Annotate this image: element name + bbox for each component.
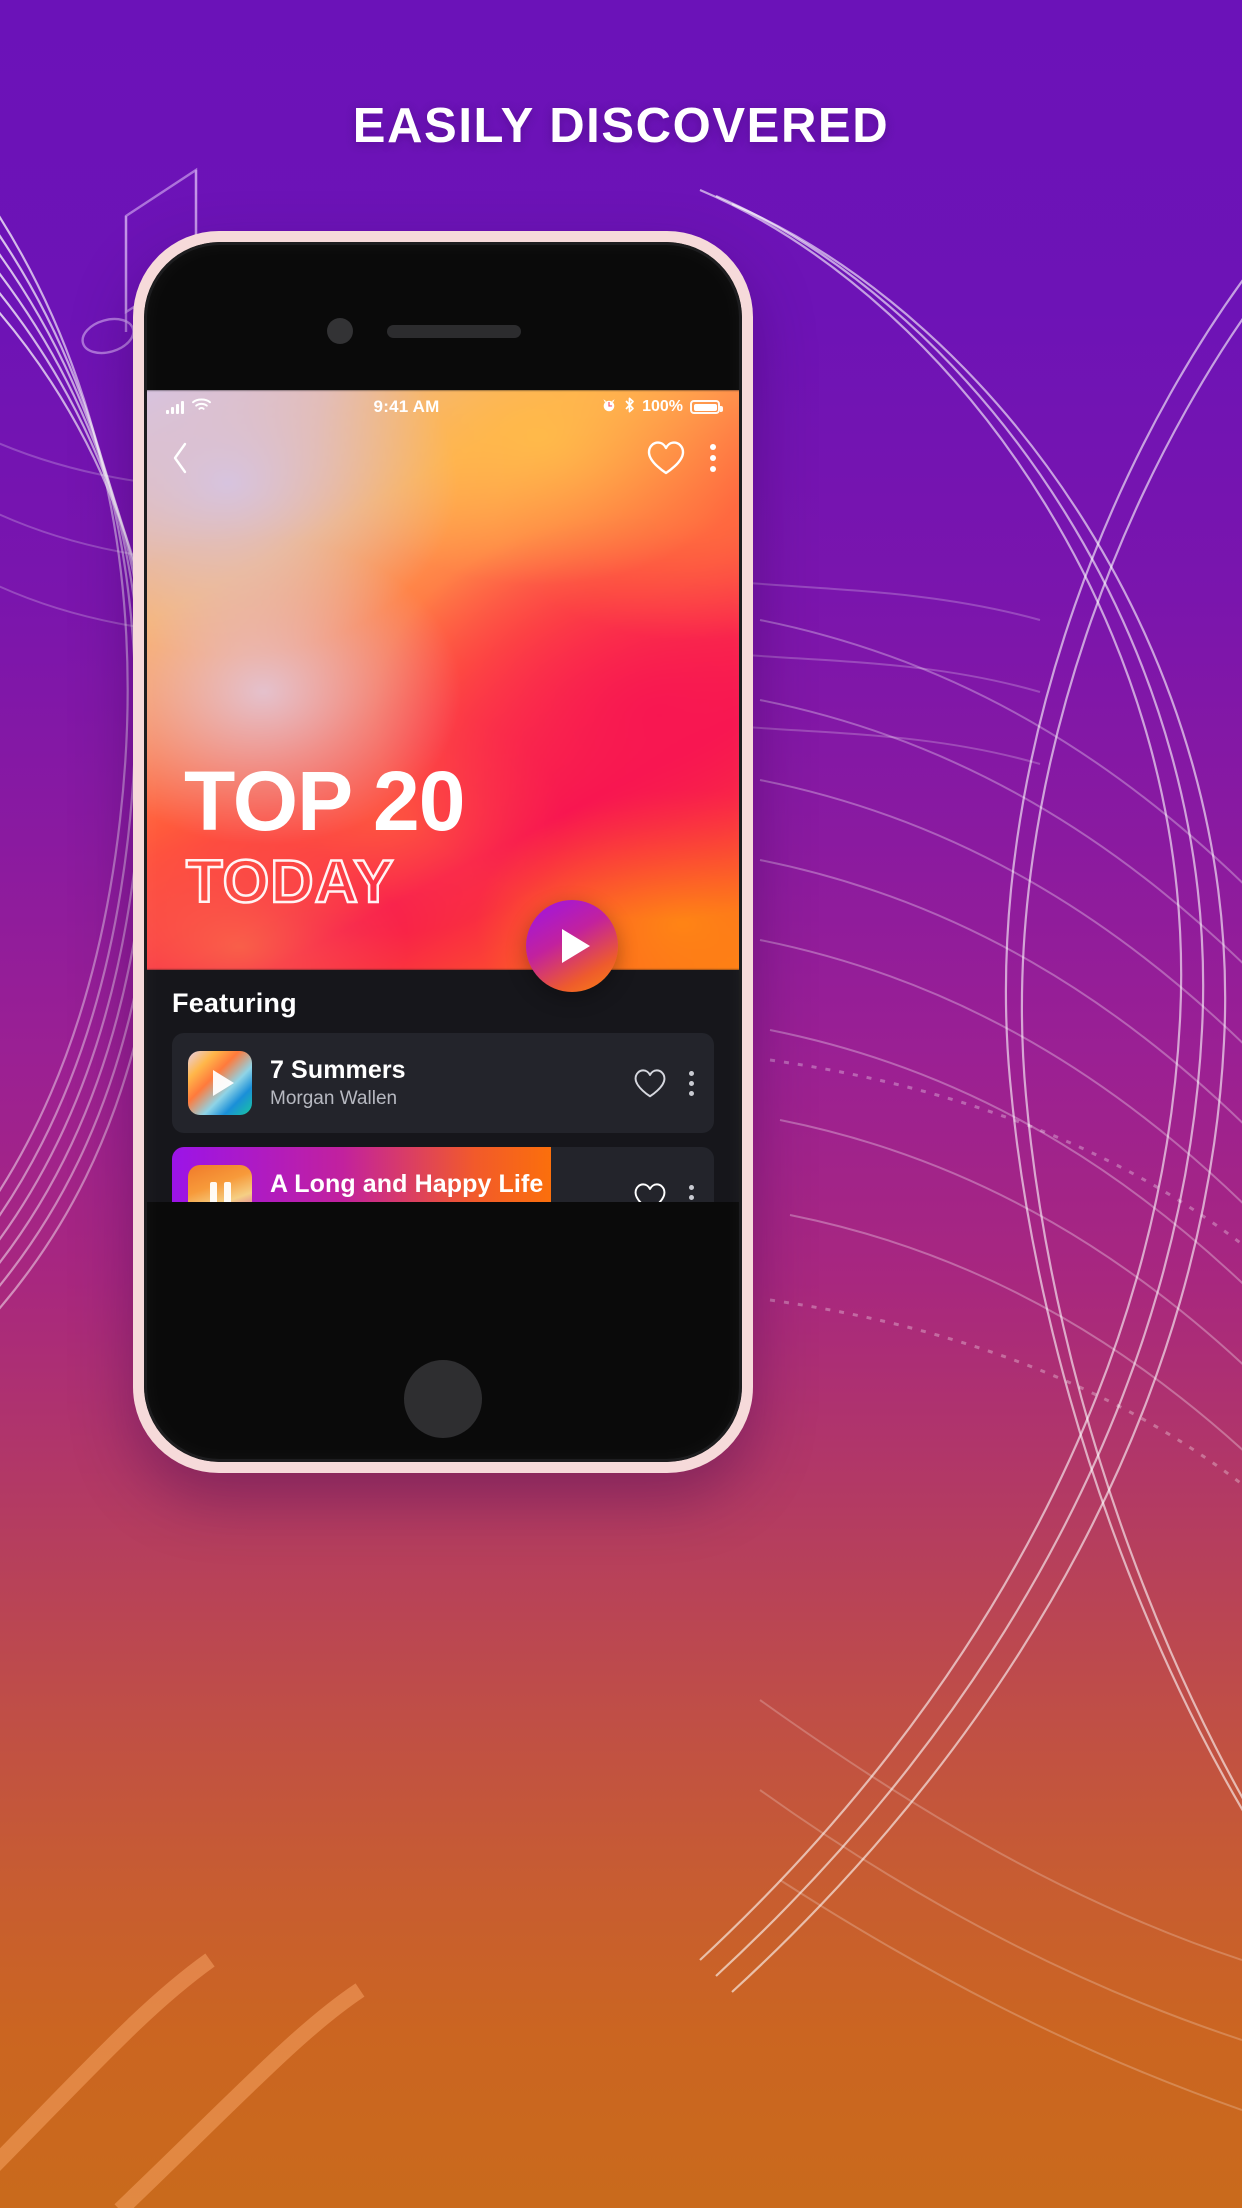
heart-outline-icon[interactable]	[646, 440, 686, 476]
more-vertical-icon[interactable]	[689, 1184, 694, 1203]
track-title: 7 Summers	[270, 1056, 406, 1084]
home-button[interactable]	[404, 1360, 482, 1438]
page-title: EASILY DISCOVERED	[352, 99, 890, 153]
status-bar: 9:41 AM 100%	[144, 390, 742, 424]
more-vertical-icon[interactable]	[689, 1070, 694, 1096]
right-dotted-lines	[769, 1058, 1242, 1487]
play-button[interactable]	[526, 900, 618, 992]
phone-body: 9:41 AM 100% TOP 20 TODAY Featuring 7 Su…	[144, 242, 742, 1462]
right-ribbon-lines	[699, 188, 1242, 1993]
cellular-signal-icon	[166, 400, 184, 414]
bottom-curve-lines	[759, 1699, 1242, 2111]
featuring-section: Featuring 7 Summers Morgan Wallen A Long…	[144, 970, 742, 1202]
track-actions	[633, 1182, 698, 1203]
more-vertical-icon[interactable]	[710, 444, 716, 472]
track-actions	[633, 1068, 698, 1099]
track-meta: A Long and Happy Life Delta Rae	[270, 1170, 633, 1202]
chevron-left-icon[interactable]	[170, 441, 190, 475]
nav-bar	[144, 430, 742, 486]
bottom-light-streaks	[0, 1953, 365, 2208]
hero-subtitle: TODAY	[185, 848, 395, 915]
track-title: A Long and Happy Life	[270, 1170, 544, 1198]
list-item[interactable]: 7 Summers Morgan Wallen	[172, 1033, 714, 1133]
earpiece-speaker-icon	[387, 325, 521, 338]
section-title: Featuring	[172, 988, 297, 1018]
status-time: 9:41 AM	[373, 397, 440, 416]
track-thumbnail[interactable]	[188, 1051, 252, 1115]
hero-section: 9:41 AM 100% TOP 20 TODAY	[144, 390, 742, 970]
track-thumbnail[interactable]	[188, 1165, 252, 1202]
pause-icon	[209, 1182, 231, 1202]
battery-full-icon	[690, 400, 723, 414]
app-screen: 9:41 AM 100% TOP 20 TODAY Featuring 7 Su…	[144, 390, 742, 1202]
track-artist: Morgan Wallen	[270, 1088, 398, 1109]
wifi-icon	[191, 397, 212, 417]
front-camera-icon	[327, 318, 353, 344]
battery-percent: 100%	[642, 398, 683, 415]
heart-outline-icon[interactable]	[633, 1068, 667, 1099]
phone-mockup: 9:41 AM 100% TOP 20 TODAY Featuring 7 Su…	[133, 231, 753, 1473]
play-icon	[562, 929, 590, 963]
alarm-clock-icon	[601, 397, 617, 418]
list-item[interactable]: A Long and Happy Life Delta Rae	[172, 1147, 714, 1202]
hero-title: TOP 20	[184, 754, 465, 849]
heart-outline-icon[interactable]	[633, 1182, 667, 1202]
play-icon	[212, 1070, 234, 1096]
track-meta: 7 Summers Morgan Wallen	[270, 1056, 633, 1110]
bluetooth-icon	[624, 397, 635, 418]
